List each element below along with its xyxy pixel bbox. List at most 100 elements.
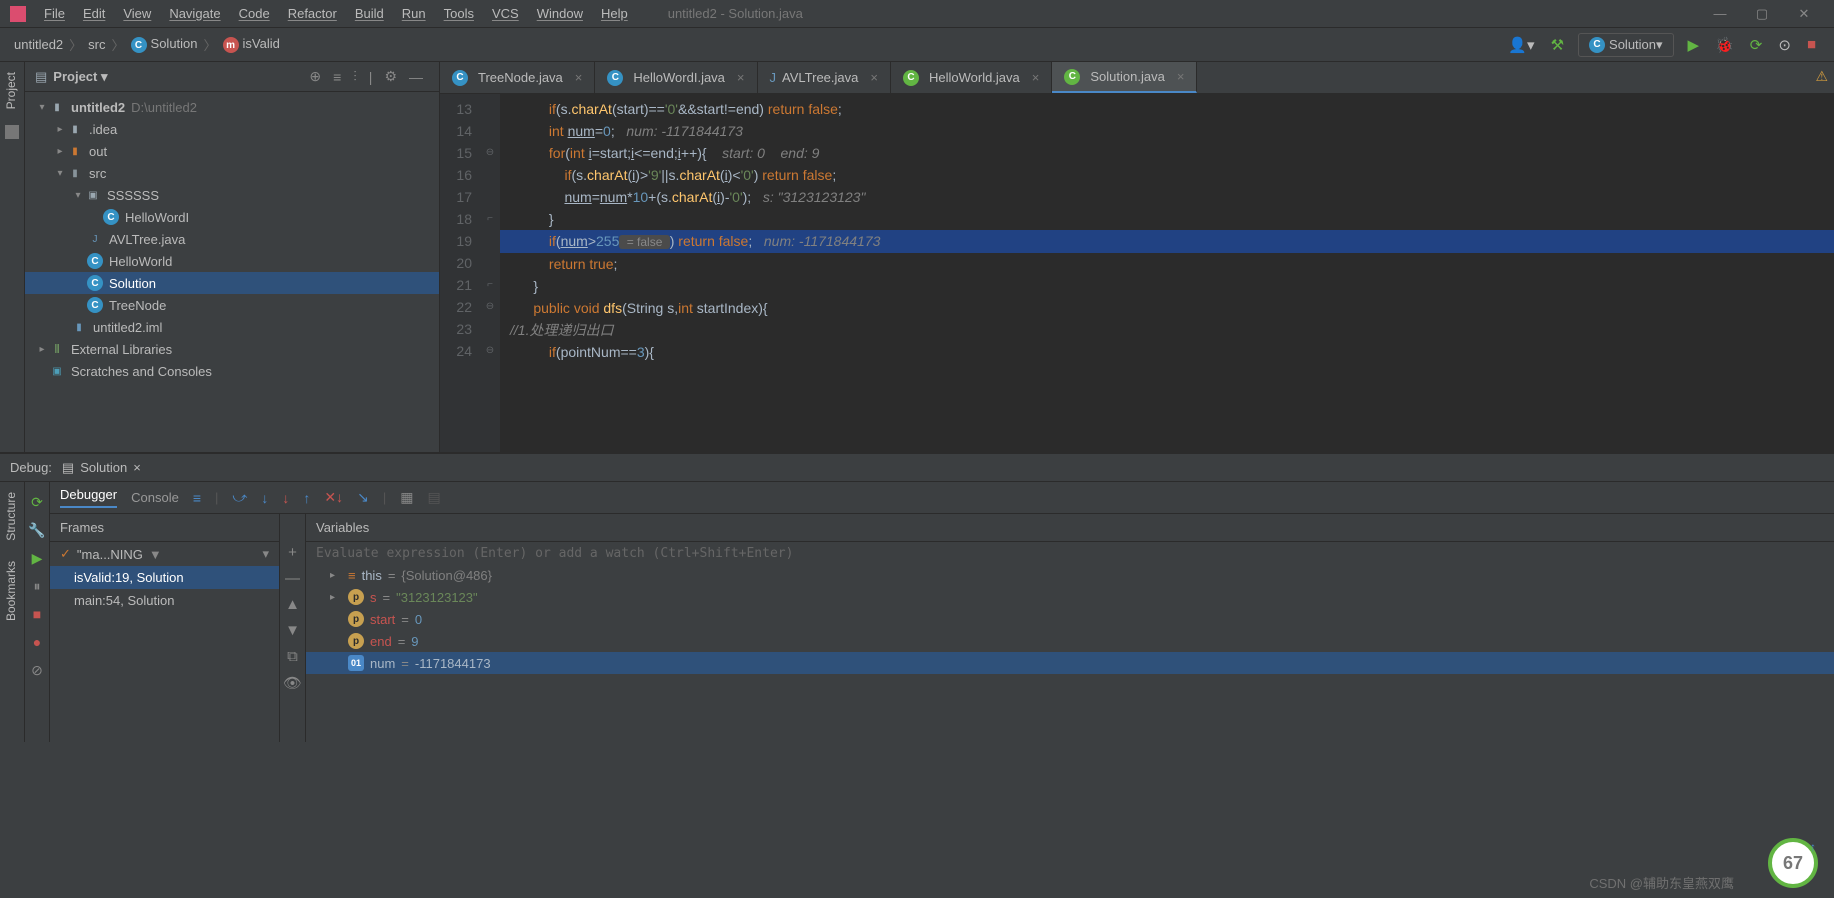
close-icon[interactable]: × [575,70,583,85]
code-area[interactable]: 131415161718192021222324 ⊖⌐⌐⊖⊖ if(s.char… [440,94,1834,452]
tree-extlib[interactable]: ▸⫼External Libraries [25,338,439,360]
menu-help[interactable]: Help [593,6,636,21]
tab-avltree[interactable]: JAVLTree.java× [758,62,891,93]
var-this[interactable]: ▸≡ this = {Solution@486} [306,565,1834,586]
rerun-icon[interactable]: ⟳ [25,488,49,516]
hammer-icon[interactable]: ⚒ [1543,36,1572,54]
show-exec-icon[interactable]: ≡ [193,490,201,506]
structure-tool-tab[interactable]: Structure [0,482,22,551]
var-num[interactable]: 01 num = -1171844173 [306,652,1834,674]
menu-file[interactable]: File [36,6,73,21]
hide-panel-icon[interactable]: — [403,69,429,85]
variables-list[interactable]: Variables Evaluate expression (Enter) or… [306,514,1834,742]
crumb-src[interactable]: src [84,37,109,52]
expand-all-icon[interactable]: ≡ [327,69,347,85]
show-watches-icon[interactable]: 👁 [280,674,305,700]
close-icon[interactable]: × [1032,70,1040,85]
project-panel-title[interactable]: Project ▾ [53,69,303,85]
up-icon[interactable]: ▲ [280,596,305,622]
breakpoints-icon[interactable]: ● [25,628,49,656]
run-to-cursor-icon[interactable]: ↘ [357,489,369,506]
stack-frame-0[interactable]: isValid:19, Solution [50,566,279,589]
settings-icon[interactable]: ⚙ [378,68,403,85]
bookmarks-tool-tab[interactable]: Bookmarks [0,551,22,631]
crumb-project[interactable]: untitled2 [10,37,67,52]
run-button[interactable]: ▶ [1680,36,1708,54]
menu-build[interactable]: Build [347,6,392,21]
code-content[interactable]: if(s.charAt(start)=='0'&&start!=end) ret… [500,94,1834,452]
evaluate-icon[interactable]: ▦ [400,489,413,506]
close-icon[interactable]: × [737,70,745,85]
thread-selector[interactable]: ✓"ma...NING ▼ ▾ [50,542,279,566]
fold-gutter[interactable]: ⊖⌐⌐⊖⊖ [480,94,500,452]
crumb-class[interactable]: CSolution [127,36,202,54]
debug-button[interactable]: 🐞 [1707,36,1742,54]
close-icon[interactable]: × [1177,69,1185,84]
step-into-icon[interactable]: ↓ [261,490,268,506]
tab-solution[interactable]: CSolution.java× [1052,62,1197,93]
tree-helloWordI[interactable]: CHelloWordI [25,206,439,228]
tree-treenode[interactable]: CTreeNode [25,294,439,316]
tree-out[interactable]: ▸▮out [25,140,439,162]
modify-run-icon[interactable]: 🔧 [25,516,49,544]
trace-icon[interactable]: ▤ [427,489,440,506]
down-icon[interactable]: ▼ [280,622,305,648]
remove-watch-icon[interactable]: — [280,570,305,596]
select-opened-icon[interactable]: ⊕ [303,68,327,85]
pause-icon[interactable]: ⏸ [25,572,49,600]
collapse-all-icon[interactable]: ⫶ [347,68,363,85]
debug-session-tab[interactable]: ▤ Solution × [62,460,141,476]
tab-hellowordi[interactable]: CHelloWordI.java× [595,62,757,93]
menu-tools[interactable]: Tools [436,6,482,21]
close-button[interactable]: ✕ [1784,6,1824,22]
copy-icon[interactable]: ⧉ [280,648,305,674]
tree-root[interactable]: ▾▮untitled2D:\untitled2 [25,96,439,118]
score-badge[interactable]: 67↑ [1768,838,1818,888]
tree-pkg[interactable]: ▾▣SSSSSS [25,184,439,206]
menu-code[interactable]: Code [231,6,278,21]
user-icon[interactable]: 👤▾ [1500,36,1542,54]
var-start[interactable]: p start = 0 [306,608,1834,630]
stack-frame-1[interactable]: main:54, Solution [50,589,279,612]
menu-window[interactable]: Window [529,6,591,21]
menu-view[interactable]: View [115,6,159,21]
menu-navigate[interactable]: Navigate [161,6,228,21]
warning-icon[interactable]: ⚠ [1815,68,1828,85]
menu-run[interactable]: Run [394,6,434,21]
step-over-icon[interactable]: ⤻ [232,489,247,506]
tab-helloworld[interactable]: CHelloWorld.java× [891,62,1052,93]
project-tree[interactable]: ▾▮untitled2D:\untitled2 ▸▮.idea ▸▮out ▾▮… [25,92,439,452]
tree-iml[interactable]: ▮untitled2.iml [25,316,439,338]
var-end[interactable]: p end = 9 [306,630,1834,652]
maximize-button[interactable]: ▢ [1742,6,1782,22]
tab-treenode[interactable]: CTreeNode.java× [440,62,595,93]
menu-edit[interactable]: Edit [75,6,113,21]
tree-src[interactable]: ▾▮src [25,162,439,184]
run-config-selector[interactable]: CSolution ▾ [1578,33,1674,57]
tree-scratches[interactable]: ▣Scratches and Consoles [25,360,439,382]
tree-solution[interactable]: CSolution [25,272,439,294]
coverage-button[interactable]: ⟳ [1742,36,1771,54]
project-tool-tab[interactable]: Project [0,62,22,119]
console-tab[interactable]: Console [131,490,179,505]
crumb-method[interactable]: misValid [219,36,284,54]
menu-vcs[interactable]: VCS [484,6,527,21]
force-step-into-icon[interactable]: ↓ [282,490,289,506]
debugger-tab[interactable]: Debugger [60,487,117,508]
var-s[interactable]: ▸p s = "3123123123" [306,586,1834,608]
mute-bp-icon[interactable]: ⊘ [25,656,49,684]
step-out-icon[interactable]: ↑ [303,490,310,506]
close-icon[interactable]: × [870,70,878,85]
stop-button[interactable]: ■ [1799,36,1824,53]
drop-frame-icon[interactable]: ✕↓ [324,489,343,506]
stop-debug-icon[interactable]: ■ [25,600,49,628]
new-watch-icon[interactable]: + [280,544,305,570]
evaluate-input[interactable]: Evaluate expression (Enter) or add a wat… [306,542,1834,565]
project-tool-icon[interactable] [5,125,19,139]
tree-avltree[interactable]: JAVLTree.java [25,228,439,250]
profile-button[interactable]: ⊙ [1770,36,1799,54]
tree-helloworld[interactable]: CHelloWorld [25,250,439,272]
tree-idea[interactable]: ▸▮.idea [25,118,439,140]
minimize-button[interactable]: — [1700,6,1740,21]
resume-icon[interactable]: ▶ [25,544,49,572]
